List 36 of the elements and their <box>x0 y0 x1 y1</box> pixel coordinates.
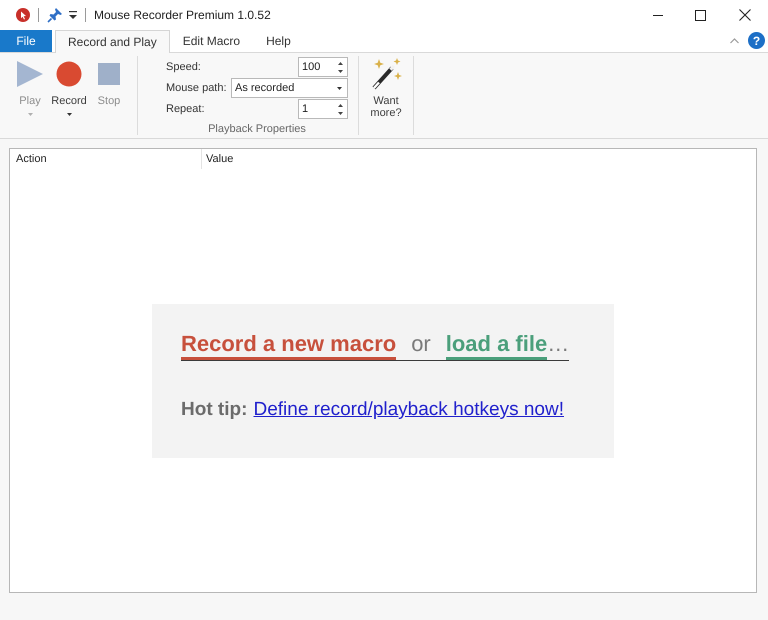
group-title: Playback Properties <box>208 122 306 136</box>
minimize-icon <box>652 14 662 16</box>
caret-icon <box>337 86 342 90</box>
ribbon-button[interactable]: Want more? <box>364 53 408 133</box>
window-title: Mouse Recorder Premium 1.0.52 <box>94 7 271 24</box>
column-header[interactable]: Value <box>202 149 756 169</box>
spin-arrows-icon[interactable] <box>338 104 343 114</box>
help-button[interactable]: ? <box>748 32 765 49</box>
close-icon <box>739 9 751 21</box>
ribbon-button[interactable]: Record <box>49 53 89 133</box>
ellipsis-text: … <box>547 331 570 358</box>
dropdown-field[interactable]: As recorded <box>231 78 348 98</box>
maximize-icon <box>695 10 706 20</box>
customize-caret-icon[interactable] <box>69 11 77 19</box>
play-icon <box>17 61 43 87</box>
field-label: Mouse path: <box>166 80 227 96</box>
field-label: Repeat: <box>166 102 205 117</box>
ribbon-tab[interactable]: File <box>0 30 52 52</box>
pin-icon[interactable] <box>47 7 63 23</box>
magic-wand-icon <box>370 57 402 90</box>
tip-label: Hot tip: <box>181 398 248 422</box>
hotkeys-link[interactable]: Define record/playback hotkeys now! <box>253 396 564 424</box>
stop-icon <box>96 61 122 87</box>
ribbon-tab[interactable]: Help <box>253 30 304 52</box>
column-header[interactable]: Action <box>10 149 202 169</box>
number-spinner[interactable]: 100 <box>298 57 348 77</box>
record-macro-link[interactable]: Record a new macro <box>181 331 396 360</box>
chevron-up-icon <box>730 38 738 44</box>
ribbon-tab[interactable]: Edit Macro <box>170 30 254 52</box>
ribbon-tab[interactable]: Record and Play <box>55 30 170 53</box>
app-icon[interactable] <box>16 8 30 22</box>
field-label: Speed: <box>166 60 201 75</box>
number-spinner[interactable]: 1 <box>298 99 348 119</box>
spin-arrows-icon[interactable] <box>338 62 343 72</box>
record-icon <box>56 61 82 87</box>
connector-text: or <box>411 331 431 358</box>
